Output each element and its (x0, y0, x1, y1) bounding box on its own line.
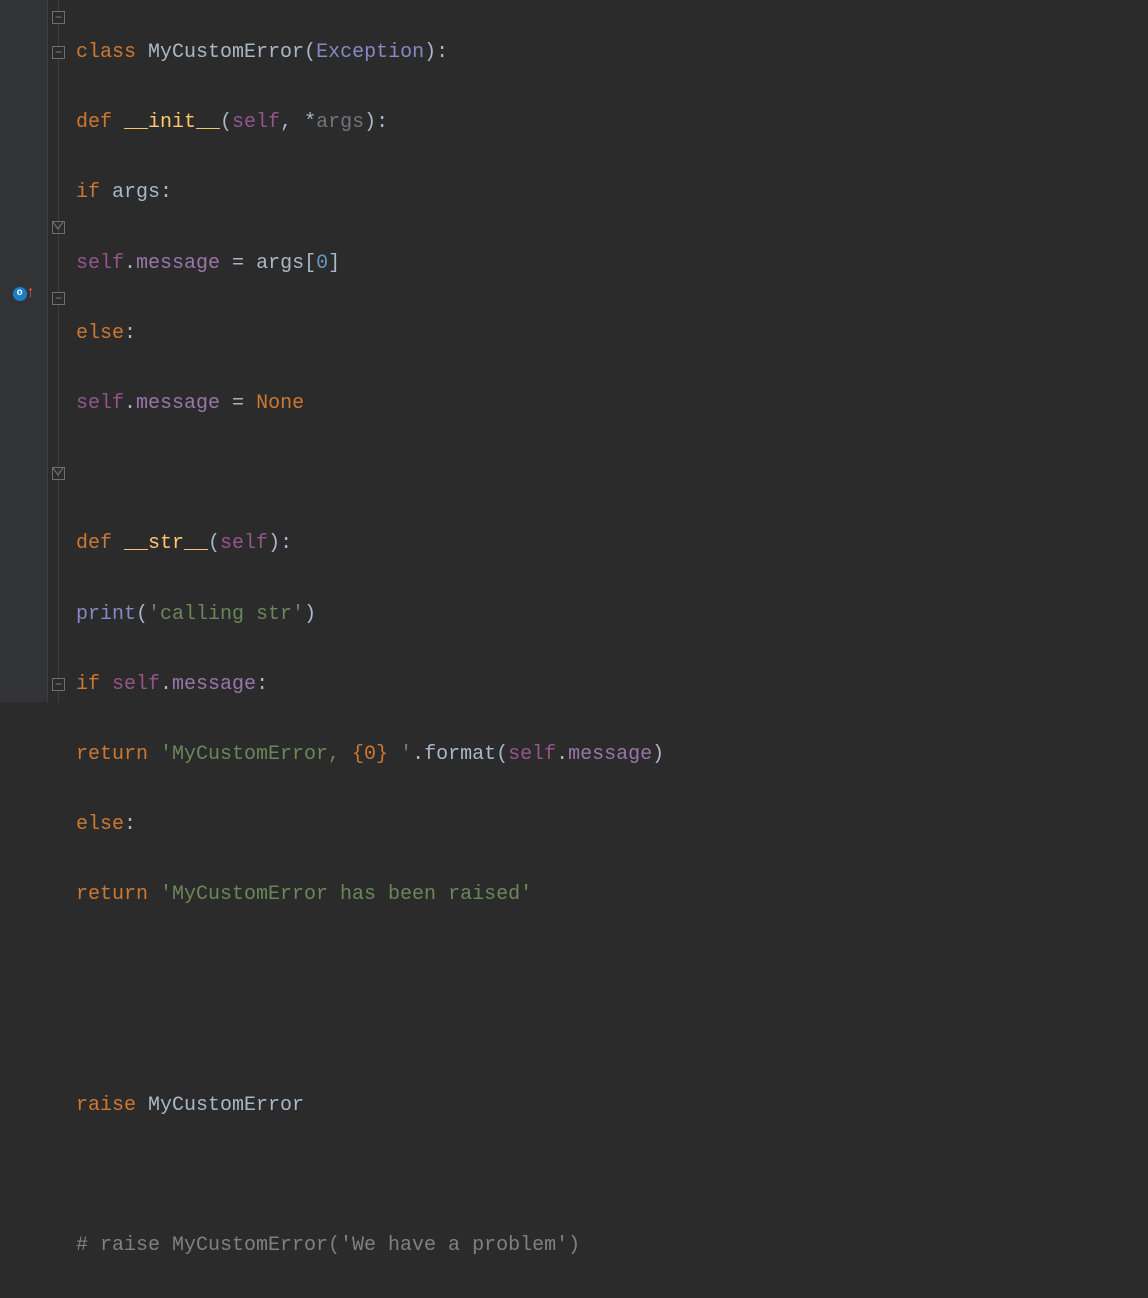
code-line[interactable]: return 'MyCustomError has been raised' (76, 877, 1148, 912)
paren: ( (136, 597, 148, 632)
code-line[interactable]: self.message = args[0] (76, 246, 1148, 281)
code-line[interactable]: else: (76, 316, 1148, 351)
paren: ( (220, 105, 232, 140)
format-brace: {0} (352, 737, 388, 772)
string-literal: 'MyCustomError, (160, 737, 352, 772)
code-line[interactable]: def __str__(self): (76, 526, 1148, 561)
keyword-def: def (76, 105, 124, 140)
code-line[interactable]: raise MyCustomError (76, 1088, 1148, 1123)
self-ref: self (76, 386, 124, 421)
code-line[interactable]: # raise MyCustomError('We have a problem… (76, 1228, 1148, 1263)
override-up-arrow-icon: ↑ (26, 276, 36, 311)
attribute: message (172, 667, 256, 702)
code-line[interactable]: if self.message: (76, 667, 1148, 702)
code-line[interactable]: return 'MyCustomError, {0} '.format(self… (76, 737, 1148, 772)
param-args: args (316, 105, 364, 140)
code-line[interactable]: if args: (76, 175, 1148, 210)
dot: . (160, 667, 172, 702)
dot: . (556, 737, 568, 772)
self-ref: self (112, 667, 160, 702)
dot: . (124, 246, 136, 281)
keyword-return: return (76, 737, 160, 772)
comma-star: , * (280, 105, 316, 140)
fold-end-str[interactable] (52, 467, 65, 480)
code-line[interactable]: else: (76, 807, 1148, 842)
method-name: __str__ (124, 526, 208, 561)
fold-toggle-class[interactable] (52, 11, 65, 24)
fold-guide-line (58, 0, 59, 702)
keyword-if: if (76, 175, 112, 210)
bracket: [ (304, 246, 316, 281)
keyword-else: else (76, 807, 124, 842)
override-circle-icon: o (13, 287, 27, 301)
colon: : (256, 667, 268, 702)
base-class: Exception (316, 35, 424, 70)
keyword-if: if (76, 667, 112, 702)
attribute: message (136, 246, 232, 281)
paren-colon: ): (424, 35, 448, 70)
code-line[interactable]: print('calling str') (76, 597, 1148, 632)
code-line[interactable]: def __init__(self, *args): (76, 105, 1148, 140)
dot: . (124, 386, 136, 421)
paren: ( (496, 737, 508, 772)
code-line-blank[interactable] (76, 948, 1148, 983)
self-ref: self (508, 737, 556, 772)
self-ref: self (76, 246, 124, 281)
method-call: format (424, 737, 496, 772)
code-line-blank[interactable] (76, 1158, 1148, 1193)
keyword-raise: raise (76, 1088, 148, 1123)
builtin-print: print (76, 597, 136, 632)
keyword-else: else (76, 316, 124, 351)
paren-colon: ): (364, 105, 388, 140)
paren: ( (304, 35, 316, 70)
keyword-return: return (76, 877, 160, 912)
string-literal: 'calling str' (148, 597, 304, 632)
identifier: args (256, 246, 304, 281)
comment: # raise MyCustomError('We have a problem… (76, 1228, 580, 1263)
paren-colon: ): (268, 526, 292, 561)
fold-toggle-init[interactable] (52, 46, 65, 59)
fold-toggle-str[interactable] (52, 292, 65, 305)
string-literal: 'MyCustomError has been raised' (160, 877, 532, 912)
identifier: MyCustomError (148, 1088, 304, 1123)
override-method-icon[interactable]: o ↑ (4, 284, 44, 304)
param-self: self (232, 105, 280, 140)
fold-end-init[interactable] (52, 221, 65, 234)
dot: . (412, 737, 424, 772)
colon: : (124, 316, 136, 351)
class-name: MyCustomError (148, 35, 304, 70)
paren: ) (304, 597, 316, 632)
code-line-blank[interactable] (76, 456, 1148, 491)
equals: = (232, 386, 256, 421)
fold-toggle-comment[interactable] (52, 678, 65, 691)
keyword-def: def (76, 526, 124, 561)
colon: : (124, 807, 136, 842)
paren: ) (652, 737, 664, 772)
code-editor[interactable]: class MyCustomError(Exception): def __in… (76, 0, 1148, 1298)
bracket: ] (328, 246, 340, 281)
number: 0 (316, 246, 328, 281)
string-literal: ' (388, 737, 412, 772)
equals: = (232, 246, 256, 281)
identifier: args (112, 175, 160, 210)
method-name: __init__ (124, 105, 220, 140)
colon: : (160, 175, 172, 210)
attribute: message (136, 386, 232, 421)
code-line-blank[interactable] (76, 1018, 1148, 1053)
gutter: o ↑ (0, 0, 48, 702)
paren: ( (208, 526, 220, 561)
code-line[interactable]: self.message = None (76, 386, 1148, 421)
param-self: self (220, 526, 268, 561)
keyword-class: class (76, 35, 148, 70)
keyword-none: None (256, 386, 304, 421)
attribute: message (568, 737, 652, 772)
code-line[interactable]: class MyCustomError(Exception): (76, 35, 1148, 70)
